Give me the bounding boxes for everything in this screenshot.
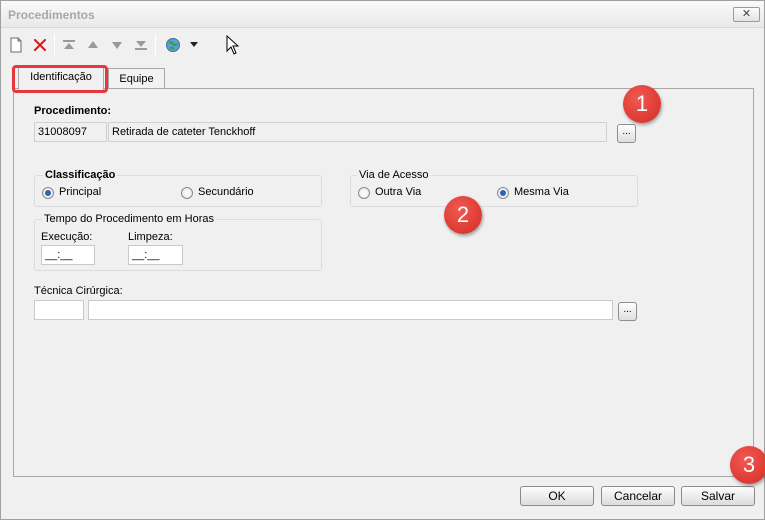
procedimento-description-field[interactable]: Retirada de cateter Tenckhoff xyxy=(108,122,607,142)
mouse-pointer-icon xyxy=(226,34,240,55)
move-last-button[interactable] xyxy=(131,35,151,55)
limpeza-label: Limpeza: xyxy=(128,231,173,243)
toolbar-separator xyxy=(155,34,156,56)
toolbar-separator xyxy=(54,34,55,56)
window-title: Procedimentos xyxy=(8,8,95,22)
toolbar xyxy=(1,29,764,61)
radio-secundario[interactable] xyxy=(181,187,193,199)
execucao-input[interactable]: __:__ xyxy=(41,245,95,265)
tecnica-lookup-button[interactable]: ... xyxy=(618,302,637,321)
new-document-button[interactable] xyxy=(6,35,26,55)
procedimento-label: Procedimento: xyxy=(34,105,112,117)
radio-mesma-via-label: Mesma Via xyxy=(514,186,569,198)
pointer-cursor xyxy=(222,34,242,55)
radio-outra-via-label: Outra Via xyxy=(375,186,422,198)
delete-button[interactable] xyxy=(30,35,50,55)
radio-principal-label: Principal xyxy=(59,186,102,198)
limpeza-input[interactable]: __:__ xyxy=(128,245,183,265)
cancel-button[interactable]: Cancelar xyxy=(601,486,675,506)
new-document-icon xyxy=(10,37,22,53)
close-button[interactable]: ✕ xyxy=(733,7,760,22)
tecnica-code-field[interactable] xyxy=(34,300,84,320)
move-last-icon xyxy=(135,41,147,50)
delete-icon xyxy=(33,38,47,52)
move-down-button[interactable] xyxy=(107,35,127,55)
globe-icon xyxy=(166,38,180,52)
move-down-icon xyxy=(112,42,122,49)
procedimento-lookup-button[interactable]: ... xyxy=(617,124,636,143)
move-first-button[interactable] xyxy=(59,35,79,55)
step-badge-2: 2 xyxy=(444,196,482,234)
radio-mesma-via[interactable] xyxy=(497,187,509,199)
title-bar: Procedimentos ✕ xyxy=(1,1,764,28)
tecnica-cirurgica-label: Técnica Cirúrgica: xyxy=(34,285,123,297)
step-badge-3: 3 xyxy=(730,446,765,484)
procedimentos-window: Procedimentos ✕ Identificação Equipe Pro… xyxy=(0,0,765,520)
via-acesso-label: Via de Acesso xyxy=(357,169,431,181)
execucao-label: Execução: xyxy=(41,231,93,243)
procedimento-code-field[interactable]: 31008097 xyxy=(34,122,107,142)
tab-equipe[interactable]: Equipe xyxy=(108,68,165,90)
tab-highlight-annotation xyxy=(12,65,108,93)
save-button[interactable]: Salvar xyxy=(681,486,755,506)
move-up-icon xyxy=(88,41,98,48)
radio-principal[interactable] xyxy=(42,187,54,199)
classificacao-label: Classificação xyxy=(43,169,118,181)
move-first-icon xyxy=(63,40,75,49)
move-up-button[interactable] xyxy=(83,35,103,55)
globe-dropdown-button[interactable] xyxy=(188,35,200,55)
radio-secundario-label: Secundário xyxy=(198,186,254,198)
step-badge-1: 1 xyxy=(623,85,661,123)
radio-outra-via[interactable] xyxy=(358,187,370,199)
tempo-label: Tempo do Procedimento em Horas xyxy=(42,213,216,225)
globe-button[interactable] xyxy=(163,35,183,55)
tecnica-description-field[interactable] xyxy=(88,300,613,320)
identificacao-panel: Procedimento: 31008097 Retirada de catet… xyxy=(13,88,754,477)
dropdown-arrow-icon xyxy=(190,42,198,47)
ok-button[interactable]: OK xyxy=(520,486,594,506)
